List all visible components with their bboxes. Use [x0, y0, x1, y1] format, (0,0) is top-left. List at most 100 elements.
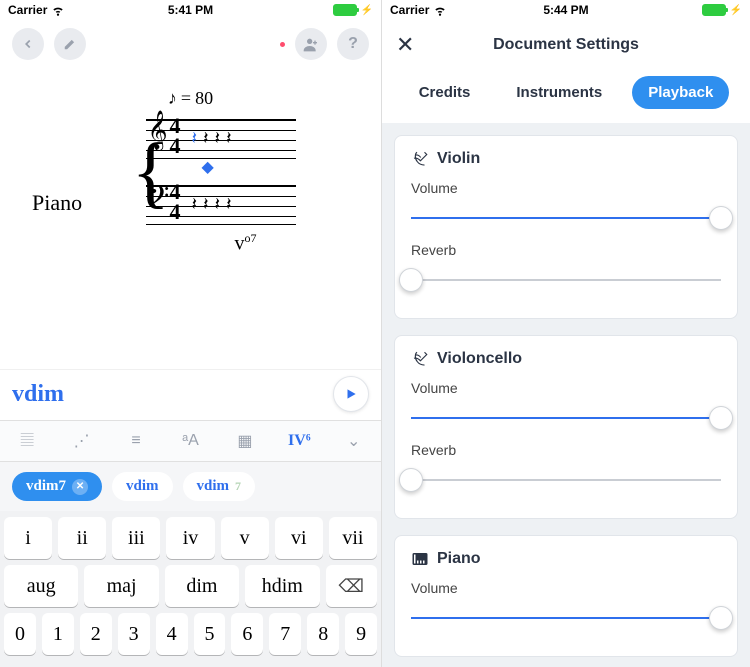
- mode-more-icon[interactable]: ⌄: [327, 421, 381, 461]
- card-header: Violoncello: [411, 350, 721, 368]
- input-mode-tabs: 𝄚 ⋰ ≡ ᵃA ▦ IV⁶ ⌄: [0, 420, 381, 462]
- key-iii[interactable]: iii: [112, 517, 160, 559]
- violin-icon: [411, 150, 429, 168]
- key-vii[interactable]: vii: [329, 517, 377, 559]
- key-4[interactable]: 4: [156, 613, 188, 655]
- key-vi[interactable]: vi: [275, 517, 323, 559]
- violin-icon: [411, 350, 429, 368]
- control-label: Reverb: [411, 442, 721, 458]
- key-i[interactable]: i: [4, 517, 52, 559]
- settings-title: Document Settings: [493, 36, 639, 54]
- chip-vdim[interactable]: vdim: [112, 472, 173, 501]
- key-2[interactable]: 2: [80, 613, 112, 655]
- mode-roman-numeral[interactable]: IV⁶: [272, 421, 326, 461]
- control-label: Volume: [411, 180, 721, 196]
- key-aug[interactable]: aug: [4, 565, 78, 607]
- editor-toolbar: ?: [0, 20, 381, 68]
- key-9[interactable]: 9: [345, 613, 377, 655]
- recording-indicator: [280, 42, 285, 47]
- mode-lines-icon[interactable]: ≡: [109, 421, 163, 461]
- volume-slider[interactable]: [411, 604, 721, 632]
- reverb-slider[interactable]: [411, 266, 721, 294]
- back-button[interactable]: [12, 28, 44, 60]
- add-user-button[interactable]: [295, 28, 327, 60]
- mode-grid-icon[interactable]: ▦: [218, 421, 272, 461]
- volume-slider[interactable]: [411, 204, 721, 232]
- tempo-marking: ♪= 80: [168, 88, 213, 109]
- key-dim[interactable]: dim: [165, 565, 239, 607]
- treble-clef-icon: 𝄞: [148, 112, 168, 150]
- settings-header: ✕ Document Settings: [382, 20, 750, 70]
- bass-rests: 𝄽𝄽𝄽𝄽: [192, 194, 238, 215]
- close-button[interactable]: ✕: [396, 32, 414, 58]
- instrument-label: Piano: [32, 190, 82, 216]
- instrument-name: Piano: [437, 550, 481, 568]
- battery-icon: [702, 4, 726, 16]
- wifi-icon: [433, 3, 447, 17]
- treble-timesig: 44: [170, 116, 181, 156]
- control-label: Reverb: [411, 242, 721, 258]
- carrier-label: Carrier: [390, 3, 429, 17]
- card-header: Piano: [411, 550, 721, 568]
- backspace-key[interactable]: ⌫: [326, 565, 377, 607]
- battery-icon: [333, 4, 357, 16]
- settings-screen: Carrier 5:44 PM ⚡ ✕ Document Settings Cr…: [381, 0, 750, 667]
- key-8[interactable]: 8: [307, 613, 339, 655]
- instrument-card: Piano Volume: [394, 535, 738, 657]
- status-bar: Carrier 5:41 PM ⚡: [0, 0, 381, 20]
- roman-numeral-analysis: vo7: [235, 231, 257, 256]
- chip-vdim7[interactable]: vdim7✕: [12, 472, 102, 501]
- volume-slider[interactable]: [411, 404, 721, 432]
- editor-screen: Carrier 5:41 PM ⚡ ? ♪= 80 Piano { 𝄞: [0, 0, 381, 667]
- status-bar: Carrier 5:44 PM ⚡: [382, 0, 750, 20]
- mode-text-icon[interactable]: ᵃA: [163, 421, 217, 461]
- tab-instruments[interactable]: Instruments: [500, 76, 618, 109]
- clock: 5:41 PM: [168, 3, 213, 17]
- key-v[interactable]: v: [221, 517, 269, 559]
- key-1[interactable]: 1: [42, 613, 74, 655]
- key-3[interactable]: 3: [118, 613, 150, 655]
- card-header: Violin: [411, 150, 721, 168]
- control-label: Volume: [411, 380, 721, 396]
- tab-playback[interactable]: Playback: [632, 76, 729, 109]
- clock: 5:44 PM: [543, 3, 588, 17]
- instrument-name: Violin: [437, 150, 480, 168]
- control-label: Volume: [411, 580, 721, 596]
- bass-staff: 𝄢 44 𝄽𝄽𝄽𝄽: [146, 185, 296, 225]
- settings-body[interactable]: Violin Volume Reverb Violoncello Volume Re…: [382, 123, 750, 667]
- chip-vdim-7[interactable]: vdim7: [183, 472, 256, 501]
- key-0[interactable]: 0: [4, 613, 36, 655]
- wifi-icon: [51, 3, 65, 17]
- charging-icon: ⚡: [730, 5, 742, 16]
- carrier-label: Carrier: [8, 3, 47, 17]
- key-hdim[interactable]: hdim: [245, 565, 319, 607]
- instrument-name: Violoncello: [437, 350, 522, 368]
- key-ii[interactable]: ii: [58, 517, 106, 559]
- mode-dynamics-icon[interactable]: ⋰: [54, 421, 108, 461]
- score-area[interactable]: ♪= 80 Piano { 𝄞 44 𝄽𝄽𝄽𝄽 ◆ 𝄢 44 𝄽𝄽𝄽𝄽: [0, 68, 381, 369]
- suggestion-chips: vdim7✕ vdim vdim7: [0, 462, 381, 511]
- treble-staff: 𝄞 44 𝄽𝄽𝄽𝄽: [146, 119, 296, 159]
- key-5[interactable]: 5: [194, 613, 226, 655]
- settings-tabs: Credits Instruments Playback: [382, 70, 750, 123]
- key-7[interactable]: 7: [269, 613, 301, 655]
- help-button[interactable]: ?: [337, 28, 369, 60]
- chord-input-row: [0, 369, 381, 420]
- mode-notation-icon[interactable]: 𝄚: [0, 421, 54, 461]
- bass-clef-icon: 𝄢: [148, 182, 170, 220]
- chord-keyboard: iiiiiiivvvivii augmajdimhdim⌫ 0123456789: [0, 511, 381, 667]
- chip-remove-icon[interactable]: ✕: [72, 479, 88, 495]
- key-iv[interactable]: iv: [166, 517, 214, 559]
- key-maj[interactable]: maj: [84, 565, 158, 607]
- instrument-card: Violin Volume Reverb: [394, 135, 738, 319]
- edit-button[interactable]: [54, 28, 86, 60]
- grand-staff: { 𝄞 44 𝄽𝄽𝄽𝄽 ◆ 𝄢 44 𝄽𝄽𝄽𝄽: [146, 113, 296, 225]
- cursor-indicator-icon: ◆: [202, 157, 214, 177]
- tab-credits[interactable]: Credits: [403, 76, 487, 109]
- charging-icon: ⚡: [361, 5, 373, 16]
- play-button[interactable]: [333, 376, 369, 412]
- chord-input[interactable]: [12, 381, 323, 408]
- reverb-slider[interactable]: [411, 466, 721, 494]
- piano-icon: [411, 550, 429, 568]
- key-6[interactable]: 6: [231, 613, 263, 655]
